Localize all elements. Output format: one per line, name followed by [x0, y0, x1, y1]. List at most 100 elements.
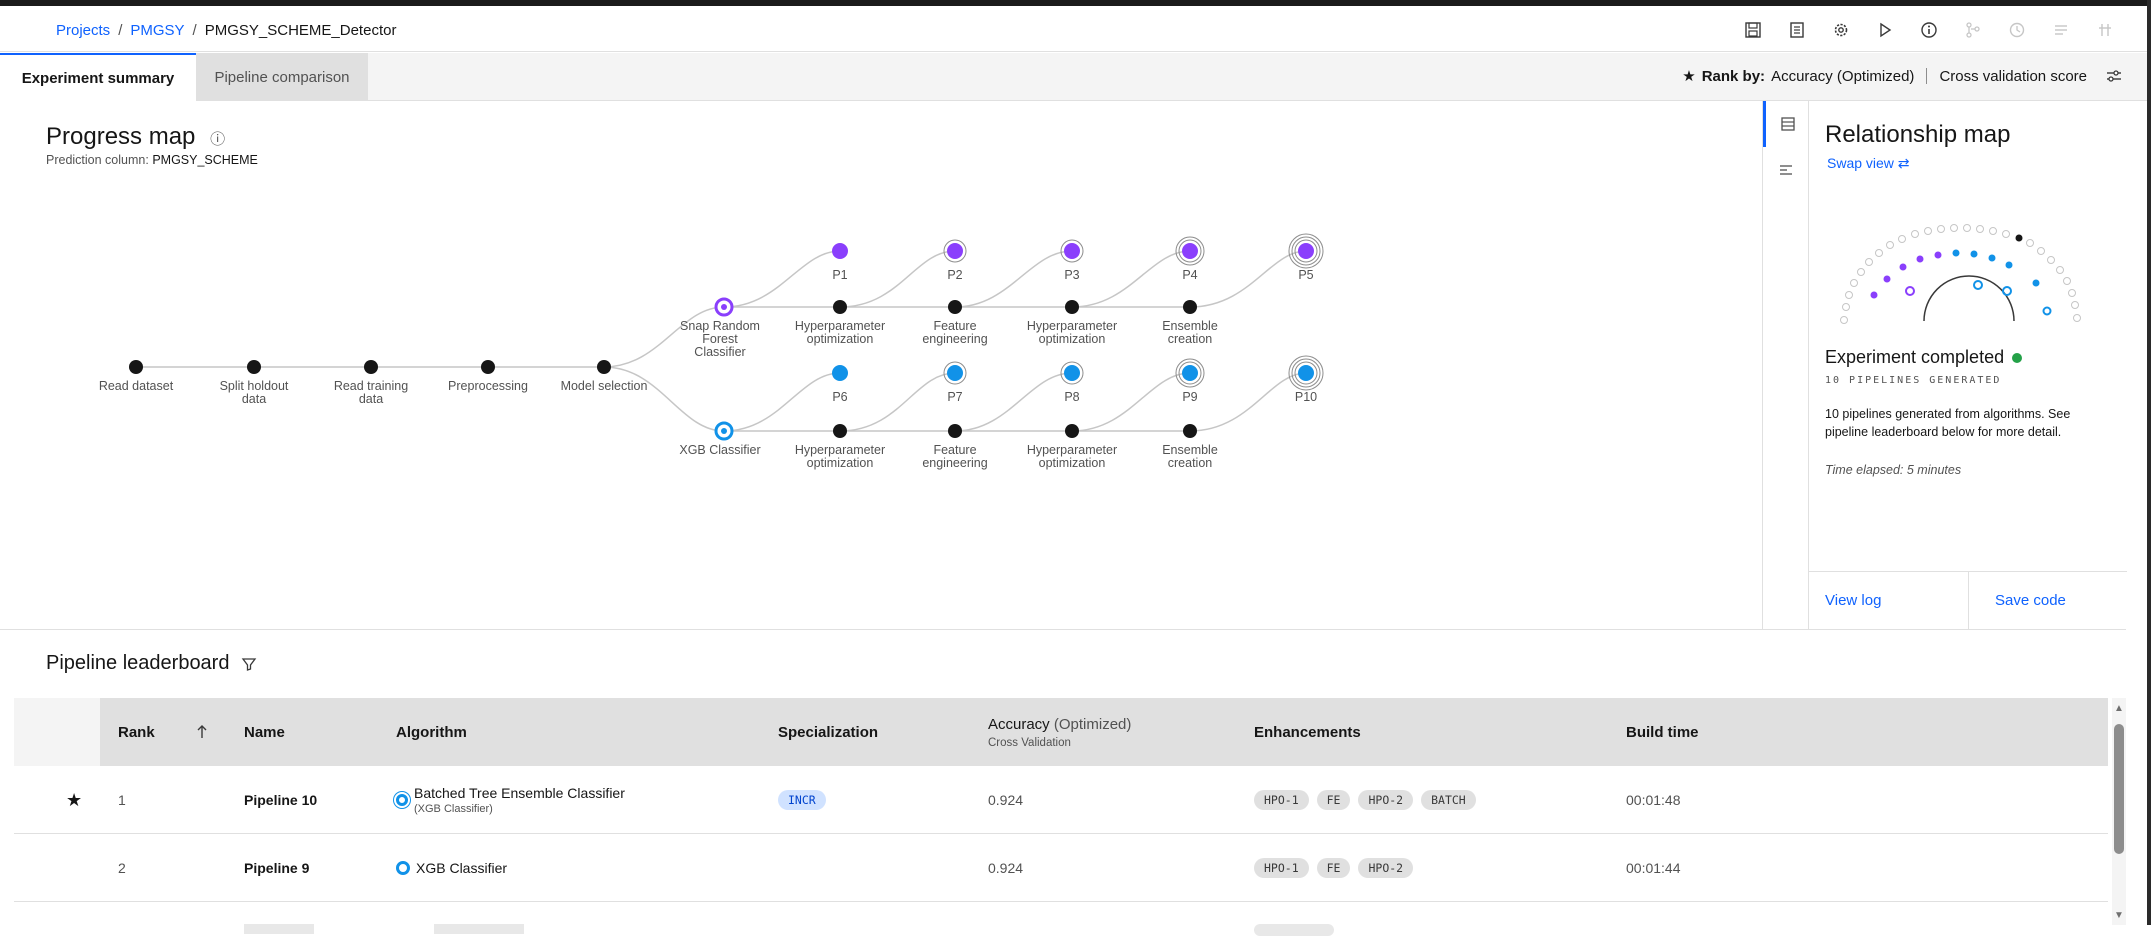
algorithm-subname: (XGB Classifier)	[414, 803, 493, 815]
accuracy-optimized-label: (Optimized)	[1053, 715, 1132, 733]
step-label: data	[359, 392, 383, 406]
scroll-up-icon[interactable]: ▲	[2114, 704, 2124, 714]
status-success-icon	[2012, 352, 2023, 363]
toolbar	[1731, 18, 2127, 42]
column-header-algorithm[interactable]: Algorithm	[396, 698, 467, 766]
rank-by-label: Rank by:	[1701, 67, 1766, 85]
algorithm-cell: XGB Classifier	[396, 834, 507, 902]
column-header-specialization[interactable]: Specialization	[778, 698, 878, 766]
save-icon[interactable]	[1731, 18, 1775, 42]
xgb-algorithm-icon	[396, 861, 410, 875]
save-code-link[interactable]: Save code	[1968, 572, 2127, 629]
scroll-down-icon[interactable]: ▼	[2114, 911, 2124, 921]
header: Projects / PMGSY / PMGSY_SCHEME_Detector	[0, 6, 2147, 52]
column-header-accuracy[interactable]: Accuracy (Optimized) Cross Validation	[988, 698, 1131, 766]
notebook-icon[interactable]	[1775, 18, 1819, 42]
xgb-algorithm-icon	[396, 794, 408, 806]
grid-icon	[2083, 18, 2127, 42]
step-label: Model selection	[561, 379, 648, 393]
history-icon	[1995, 18, 2039, 42]
prediction-column: Prediction column: PMGSY_SCHEME	[46, 153, 258, 167]
enhancement-tag: HPO-1	[1254, 790, 1309, 810]
column-header-rank[interactable]: Rank	[118, 698, 209, 766]
breadcrumb-separator: /	[192, 22, 197, 39]
table-row[interactable]: 2 Pipeline 9 XGB Classifier 0.924 HPO-1 …	[14, 834, 2108, 902]
algorithm-label-xgb: XGB Classifier	[679, 443, 760, 457]
sliders-icon[interactable]	[2105, 69, 2123, 83]
table-header: Rank Name Algorithm Specialization Accur…	[14, 698, 2108, 766]
pipeline-node-label[interactable]: P8	[1064, 390, 1079, 404]
leaderboard-scrollbar[interactable]: ▲ ▼	[2112, 698, 2126, 925]
accuracy-header-label: Accuracy (Optimized)	[988, 716, 1131, 733]
breadcrumb-projects-link[interactable]: Projects	[56, 22, 110, 39]
table-row[interactable]	[14, 902, 2108, 942]
stage-label: Feature	[933, 319, 976, 333]
stage-label: optimization	[807, 456, 874, 470]
relationship-radial-chart	[1840, 224, 2081, 324]
stage-label: Ensemble	[1162, 319, 1218, 333]
pipeline-node-label[interactable]: P6	[832, 390, 847, 404]
pipeline-node-label[interactable]: P7	[947, 390, 962, 404]
stage-label: Ensemble	[1162, 443, 1218, 457]
step-label: Split holdout	[220, 379, 289, 393]
stage-label: creation	[1168, 332, 1213, 346]
scrollbar-thumb[interactable]	[2114, 724, 2124, 854]
tab-experiment-summary[interactable]: Experiment summary	[0, 53, 196, 101]
pipeline-node-label[interactable]: P4	[1182, 268, 1197, 282]
pipeline-node-label[interactable]: P10	[1295, 390, 1317, 404]
rank-by-metric[interactable]: Accuracy (Optimized)	[1771, 68, 1914, 85]
table-row[interactable]: ★ 1 Pipeline 10 Batched Tree Ensemble Cl…	[14, 766, 2108, 834]
enhancements-cell: HPO-1 FE HPO-2	[1254, 834, 1421, 902]
swap-view-link[interactable]: Swap view ⇄	[1827, 155, 1910, 172]
app-frame: Projects / PMGSY / PMGSY_SCHEME_Detector	[0, 0, 2151, 942]
rank-cell: 2	[118, 860, 126, 876]
pipeline-name[interactable]: Pipeline 9	[244, 834, 309, 902]
view-log-link[interactable]: View log	[1809, 572, 1968, 629]
header-select-cell	[14, 698, 100, 766]
leaderboard-title: Pipeline leaderboard	[46, 652, 257, 675]
step-label: data	[242, 392, 266, 406]
rank-cell: 1	[118, 792, 126, 808]
column-header-build-time[interactable]: Build time	[1626, 698, 1699, 766]
time-elapsed: Time elapsed: 5 minutes	[1825, 463, 1962, 477]
progress-map: Read dataset Split holdout data Read tra…	[0, 101, 1760, 629]
breadcrumb-pmgsy-link[interactable]: PMGSY	[130, 22, 184, 39]
tab-pipeline-comparison[interactable]: Pipeline comparison	[196, 53, 368, 101]
stage-label: Hyperparameter	[1027, 319, 1117, 333]
specialization-tag: INCR	[778, 790, 826, 810]
stage-label: optimization	[1039, 332, 1106, 346]
enhancement-tag: BATCH	[1421, 790, 1476, 810]
column-header-name[interactable]: Name	[244, 698, 285, 766]
column-header-enhancements[interactable]: Enhancements	[1254, 698, 1361, 766]
accuracy-cell: 0.924	[988, 792, 1024, 808]
accuracy-label: Accuracy	[988, 715, 1050, 733]
prediction-column-label: Prediction column:	[46, 153, 149, 167]
stage-label: Feature	[933, 443, 976, 457]
sort-ascending-icon[interactable]	[195, 724, 209, 740]
pipeline-node-label[interactable]: P2	[947, 268, 962, 282]
divider	[1926, 68, 1928, 84]
filter-icon[interactable]	[241, 656, 257, 672]
relationship-map-title: Relationship map	[1825, 121, 2011, 148]
play-icon[interactable]	[1863, 18, 1907, 42]
rank-by: ★ Rank by: Accuracy (Optimized) Cross va…	[1682, 67, 2123, 85]
list-view-icon[interactable]	[1763, 147, 1809, 193]
algorithm-label-snap: Forest	[702, 332, 738, 346]
algorithm-cell: Batched Tree Ensemble Classifier (XGB Cl…	[396, 766, 625, 834]
rank-header-label: Rank	[118, 723, 155, 741]
pipeline-node-label[interactable]: P1	[832, 268, 847, 282]
enhancement-tag: HPO-2	[1358, 790, 1414, 810]
rank-by-score[interactable]: Cross validation score	[1939, 68, 2087, 85]
pipeline-node-label[interactable]: P5	[1298, 268, 1313, 282]
info-icon[interactable]	[1907, 18, 1951, 42]
experiment-status-text: Experiment completed	[1825, 347, 2005, 367]
stage-label: Hyperparameter	[795, 443, 885, 457]
pipeline-name[interactable]: Pipeline 10	[244, 766, 317, 834]
build-time-cell: 00:01:48	[1626, 792, 1681, 808]
info-icon[interactable]: ⓘ	[210, 128, 225, 149]
map-view-icon[interactable]	[1763, 101, 1809, 147]
pipeline-node-label[interactable]: P9	[1182, 390, 1197, 404]
pipelines-generated-label: 10 PIPELINES GENERATED	[1825, 375, 2002, 386]
settings-icon[interactable]	[1819, 18, 1863, 42]
pipeline-node-label[interactable]: P3	[1064, 268, 1079, 282]
